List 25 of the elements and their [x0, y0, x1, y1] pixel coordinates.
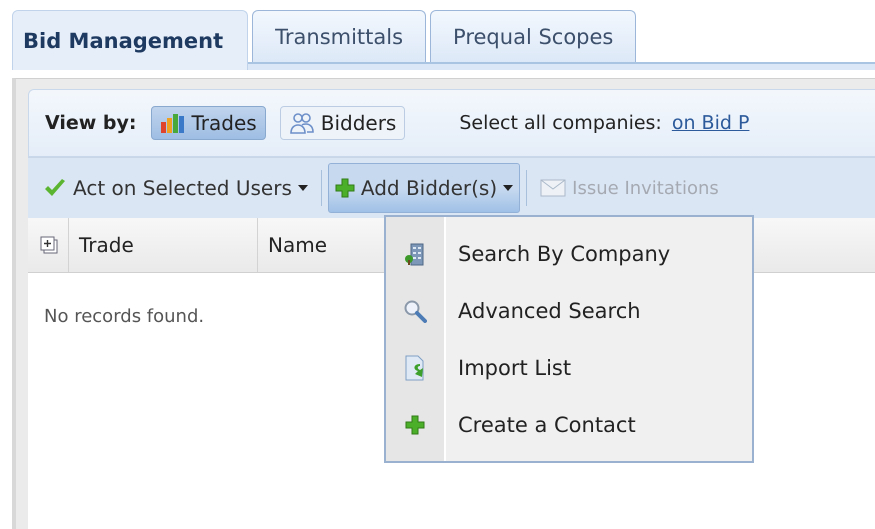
- plus-icon: [405, 414, 425, 434]
- plus-icon: [334, 178, 355, 198]
- column-header[interactable]: Trade: [69, 218, 258, 272]
- empty-message: No records found.: [44, 306, 204, 327]
- bar-chart-icon: [160, 112, 186, 134]
- import-document-icon: [404, 354, 426, 380]
- view-toggle-button[interactable]: Trades: [150, 106, 266, 140]
- envelope-icon: [540, 179, 566, 197]
- bid-link[interactable]: on Bid P: [672, 112, 750, 134]
- tab[interactable]: Prequal Scopes: [430, 10, 636, 62]
- menu-item[interactable]: Import List: [386, 339, 752, 396]
- tab[interactable]: Transmittals: [252, 10, 426, 62]
- expand-all-icon[interactable]: [40, 236, 58, 254]
- toolbar-button[interactable]: Add Bidder(s): [328, 163, 520, 213]
- building-icon: [404, 242, 426, 266]
- tab[interactable]: Bid Management: [12, 10, 248, 70]
- people-icon: [288, 111, 315, 135]
- view-by-label: View by:: [45, 112, 137, 134]
- select-all-label: Select all companies:: [459, 112, 662, 134]
- menu-item[interactable]: Create a Contact: [386, 396, 752, 453]
- menu-item[interactable]: Advanced Search: [386, 282, 752, 339]
- magnifier-icon: [403, 298, 427, 322]
- checkmark-icon: [43, 178, 67, 198]
- toolbar-button[interactable]: Act on Selected Users: [36, 169, 315, 207]
- view-toggle-button[interactable]: Bidders: [280, 106, 406, 140]
